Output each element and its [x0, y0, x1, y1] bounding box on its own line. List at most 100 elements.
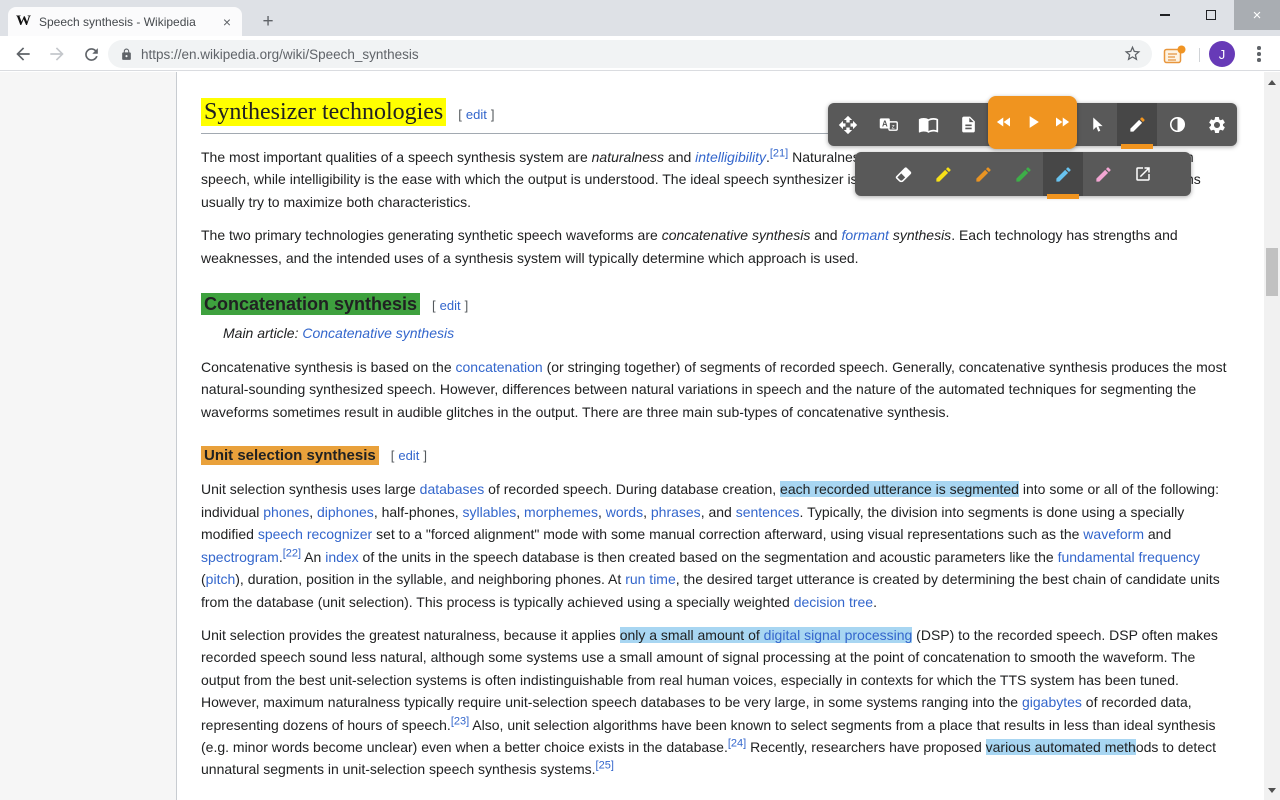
wiki-link[interactable]: index [325, 549, 358, 565]
wiki-link[interactable]: decision tree [794, 594, 873, 610]
wiki-link[interactable]: syllables [463, 504, 517, 520]
edit-link[interactable]: edit [462, 107, 491, 122]
wiki-link[interactable]: sentences [736, 504, 800, 520]
edit-section: [edit] [391, 448, 427, 463]
green-pen-button[interactable] [1003, 152, 1043, 196]
lock-icon [120, 48, 133, 61]
highlighter-extension-icon [1162, 44, 1186, 66]
scrollbar-down-button[interactable] [1264, 782, 1280, 798]
orange-highlighter-icon [974, 165, 993, 184]
external-link-icon [1134, 165, 1152, 183]
browser-tab[interactable]: W Speech synthesis - Wikipedia × [8, 7, 242, 36]
reader-mode-button[interactable] [908, 103, 948, 146]
wiki-link[interactable]: morphemes [524, 504, 598, 520]
edit-section: [edit] [458, 107, 494, 122]
document-button[interactable] [948, 103, 988, 146]
cursor-tool-button[interactable] [1077, 103, 1117, 146]
text-segment: The two primary technologies generating … [201, 227, 662, 243]
wiki-link[interactable]: diphones [317, 504, 374, 520]
text-segment: . [873, 594, 877, 610]
tab-title: Speech synthesis - Wikipedia [39, 15, 212, 29]
contrast-button[interactable] [1157, 103, 1197, 146]
scrollbar-thumb[interactable] [1266, 248, 1278, 296]
url-text[interactable]: https://en.wikipedia.org/wiki/Speech_syn… [141, 47, 1140, 62]
page-scrollbar[interactable] [1264, 72, 1280, 800]
pink-pen-button[interactable] [1083, 152, 1123, 196]
back-button[interactable] [12, 43, 34, 65]
fast-forward-button[interactable] [1047, 96, 1076, 149]
orange-pen-button[interactable] [963, 152, 1003, 196]
wiki-link[interactable]: speech recognizer [258, 526, 372, 542]
edit-section: [edit] [432, 298, 468, 313]
playback-controls [988, 96, 1077, 149]
translate-button[interactable]: A z [868, 103, 908, 146]
wiki-link[interactable]: run time [625, 571, 676, 587]
profile-avatar[interactable]: J [1209, 41, 1235, 67]
text-segment: synthesis [889, 227, 951, 243]
edit-link[interactable]: edit [394, 448, 423, 463]
paragraph: The two primary technologies generating … [201, 224, 1229, 269]
wiki-link[interactable]: phrases [651, 504, 701, 520]
wiki-link[interactable]: waveform [1083, 526, 1144, 542]
wiki-link[interactable]: spectrogram [201, 549, 279, 565]
reference-link[interactable]: [23] [451, 715, 469, 727]
text-segment: naturalness [592, 149, 664, 165]
text-segment: Unit selection synthesis uses large [201, 481, 420, 497]
open-external-button[interactable] [1123, 152, 1163, 196]
reference-link[interactable]: [21] [770, 147, 788, 159]
address-bar[interactable]: https://en.wikipedia.org/wiki/Speech_syn… [108, 40, 1152, 68]
svg-text:A: A [881, 119, 887, 128]
rewind-button[interactable] [989, 96, 1018, 149]
browser-menu-button[interactable] [1250, 45, 1268, 63]
text-segment: , half-phones, [374, 504, 463, 520]
window-close-button[interactable]: × [1234, 0, 1280, 30]
text-segment: Concatenative synthesis is based on the [201, 359, 456, 375]
wiki-link[interactable]: phones [263, 504, 309, 520]
highlighter-pen-icon [1128, 115, 1147, 134]
reference-link[interactable]: [25] [596, 760, 614, 772]
play-button[interactable] [1018, 96, 1047, 149]
settings-button[interactable] [1197, 103, 1237, 146]
pink-highlighter-icon [1094, 165, 1113, 184]
main-article-hatnote: Main article: Concatenative synthesis [201, 322, 1229, 344]
wiki-link[interactable]: digital signal processing [764, 627, 913, 643]
open-book-icon [918, 114, 939, 135]
wiki-link[interactable]: fundamental frequency [1058, 549, 1200, 565]
wiki-link[interactable]: intelligibility [695, 149, 766, 165]
blue-pen-button[interactable] [1043, 152, 1083, 196]
wiki-link[interactable]: gigabytes [1022, 694, 1082, 710]
text-segment: The most important qualities of a speech… [201, 149, 592, 165]
reference-link[interactable]: [22] [283, 547, 301, 559]
back-arrow-icon [13, 44, 33, 64]
wiki-link[interactable]: concatenation [456, 359, 543, 375]
yellow-pen-button[interactable] [923, 152, 963, 196]
edit-link[interactable]: edit [436, 298, 465, 313]
wiki-link[interactable]: databases [420, 481, 485, 497]
highlighter-tool-button[interactable] [1117, 103, 1157, 146]
eraser-button[interactable] [883, 152, 923, 196]
browser-toolbar: https://en.wikipedia.org/wiki/Speech_syn… [0, 36, 1280, 71]
tab-close-icon[interactable]: × [220, 14, 234, 30]
scrollbar-up-button[interactable] [1264, 74, 1280, 90]
text-segment: Main article: [223, 325, 302, 341]
forward-button[interactable] [46, 43, 68, 65]
text-segment: , [643, 504, 651, 520]
new-tab-button[interactable]: + [254, 8, 282, 36]
window-maximize-button[interactable] [1188, 0, 1234, 30]
star-icon [1123, 44, 1142, 63]
highlighter-extension-button[interactable] [1162, 44, 1186, 66]
wikipedia-sidebar-area [0, 72, 177, 800]
window-controls: × [1142, 0, 1280, 30]
move-toolbar-button[interactable] [828, 103, 868, 146]
bookmark-star-button[interactable] [1123, 44, 1142, 63]
toolbar-separator [1199, 48, 1200, 62]
scroll-up-icon [1268, 80, 1276, 85]
wiki-link[interactable]: formant [841, 227, 888, 243]
reference-link[interactable]: [24] [728, 737, 746, 749]
wiki-link[interactable]: Concatenative synthesis [302, 325, 454, 341]
wiki-link[interactable]: words [606, 504, 643, 520]
wiki-link[interactable]: pitch [206, 571, 236, 587]
reload-button[interactable] [80, 43, 102, 65]
extension-toolbar-pens [855, 152, 1191, 196]
window-minimize-button[interactable] [1142, 0, 1188, 30]
